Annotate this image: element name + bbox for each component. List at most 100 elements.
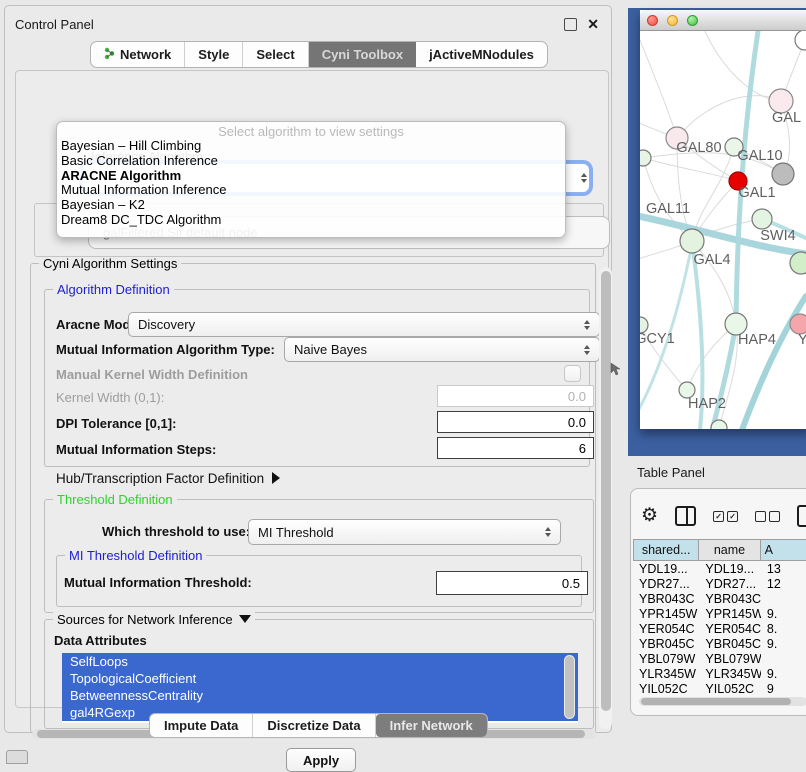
table-cell: YIL052C bbox=[699, 681, 761, 695]
table-row[interactable]: YER054CYER054C8. bbox=[633, 621, 806, 636]
kernel-width-label: Kernel Width (0,1): bbox=[56, 390, 164, 405]
attribute-item[interactable]: BetweennessCentrality bbox=[62, 687, 578, 704]
table-row[interactable]: YBR043CYBR043C bbox=[633, 591, 806, 606]
tab-label: jActiveMNodules bbox=[429, 47, 534, 62]
table-cell: YDL19... bbox=[633, 561, 699, 576]
table-row[interactable]: YBR045CYBR045C9. bbox=[633, 636, 806, 651]
bottom-tab-infer-network[interactable]: Infer Network bbox=[376, 714, 487, 737]
gear-icon[interactable]: ⚙ bbox=[641, 506, 658, 526]
network-canvas[interactable]: GALGAL80GAL10GAL1GAL11SWI4GAL4GCY1HAP4YH… bbox=[640, 31, 806, 429]
float-icon[interactable] bbox=[564, 18, 577, 31]
mi-type-combo[interactable]: Naive Bayes bbox=[284, 337, 600, 362]
table-header-row: shared...nameA bbox=[633, 539, 806, 561]
table-row[interactable]: YDL19...YDL19...13 bbox=[633, 561, 806, 576]
deselect-all-icon[interactable] bbox=[755, 511, 780, 522]
table-cell: YBL079W bbox=[633, 651, 699, 666]
control-panel-tabbar: Network Style Select Cyni Toolbox jActiveMNo… bbox=[90, 41, 548, 68]
mi-steps-field[interactable]: 6 bbox=[437, 437, 594, 459]
document-icon[interactable] bbox=[797, 505, 806, 527]
column-header[interactable]: shared... bbox=[633, 539, 699, 561]
bottom-tabbar: Impute DataDiscretize DataInfer Network bbox=[149, 713, 488, 738]
network-node[interactable] bbox=[640, 150, 651, 166]
panel-title: Control Panel bbox=[15, 17, 94, 32]
collapsed-arrow-icon bbox=[272, 472, 280, 484]
table-cell: 8. bbox=[761, 621, 806, 636]
table-row[interactable]: YPR145WYPR145W9. bbox=[633, 606, 806, 621]
table-cell: YBR045C bbox=[699, 636, 761, 651]
network-edge bbox=[677, 96, 781, 138]
algorithm-option[interactable]: Mutual Information Inference bbox=[57, 183, 565, 198]
hub-definition-toggle[interactable]: Hub/Transcription Factor Definition bbox=[56, 471, 280, 486]
aracne-mode-combo[interactable]: Discovery bbox=[128, 312, 600, 337]
table-cell: 9. bbox=[761, 636, 806, 651]
algorithm-option[interactable]: Dream8 DC_TDC Algorithm bbox=[57, 213, 565, 228]
tab-label: Style bbox=[198, 47, 229, 62]
table-panel-title: Table Panel bbox=[637, 465, 705, 480]
network-node[interactable] bbox=[772, 163, 794, 185]
table-row[interactable]: YDR27...YDR27...12 bbox=[633, 576, 806, 591]
table-cell: 12 bbox=[761, 576, 806, 591]
network-node[interactable] bbox=[790, 252, 806, 274]
minimize-button[interactable] bbox=[667, 15, 678, 26]
kernel-width-field[interactable]: 0.0 bbox=[437, 385, 594, 407]
algorithm-dropdown-popup: Select algorithm to view settings Bayesi… bbox=[56, 121, 566, 238]
tab-network[interactable]: Network bbox=[91, 42, 185, 67]
node-label: GAL80 bbox=[676, 140, 721, 156]
table-cell: YBR043C bbox=[699, 591, 761, 606]
table-cell bbox=[761, 651, 806, 666]
select-all-icon[interactable]: ✓✓ bbox=[713, 511, 738, 522]
mi-threshold-field[interactable]: 0.5 bbox=[436, 571, 588, 595]
algorithm-option[interactable]: Basic Correlation Inference bbox=[57, 154, 565, 169]
attribute-item[interactable]: SelfLoops bbox=[62, 653, 578, 670]
dpi-tolerance-label: DPI Tolerance [0,1]: bbox=[56, 416, 176, 431]
table-row[interactable]: YBL079WYBL079W bbox=[633, 651, 806, 666]
dpi-tolerance-field[interactable]: 0.0 bbox=[437, 411, 594, 433]
tab-select[interactable]: Select bbox=[243, 42, 308, 67]
control-panel: Control Panel ✕ Network Style Select Cyni T… bbox=[4, 5, 612, 733]
network-node[interactable] bbox=[790, 314, 806, 334]
which-threshold-label: Which threshold to use: bbox=[102, 524, 250, 539]
tab-style[interactable]: Style bbox=[185, 42, 243, 67]
attribute-item[interactable]: TopologicalCoefficient bbox=[62, 670, 578, 687]
network-window[interactable]: GALGAL80GAL10GAL1GAL11SWI4GAL4GCY1HAP4YH… bbox=[640, 10, 806, 429]
table-cell: YLR345W bbox=[699, 666, 761, 681]
tab-cyni-toolbox[interactable]: Cyni Toolbox bbox=[309, 42, 416, 67]
tab-label: Cyni Toolbox bbox=[322, 47, 403, 62]
table-cell: YIL052C bbox=[633, 681, 699, 695]
table-horizontal-scrollbar[interactable] bbox=[639, 697, 806, 706]
close-button[interactable] bbox=[647, 15, 658, 26]
settings-vertical-scrollbar[interactable] bbox=[599, 267, 612, 729]
zoom-button[interactable] bbox=[687, 15, 698, 26]
node-label: HAP2 bbox=[688, 396, 726, 412]
mi-threshold-label: Mutual Information Threshold: bbox=[64, 575, 252, 590]
network-node[interactable] bbox=[680, 229, 704, 253]
node-label: HAP4 bbox=[738, 332, 776, 348]
table-toolbar: ⚙ ✓✓ bbox=[641, 503, 806, 529]
settings-group-title: Cyni Algorithm Settings bbox=[39, 256, 181, 271]
sources-title[interactable]: Sources for Network Inference bbox=[53, 612, 255, 627]
close-icon[interactable]: ✕ bbox=[587, 19, 599, 30]
table-row[interactable]: YLR345WYLR345W9. bbox=[633, 666, 806, 681]
which-threshold-combo[interactable]: MI Threshold bbox=[248, 519, 561, 545]
table-cell: YLR345W bbox=[633, 666, 699, 681]
algorithm-option[interactable]: Bayesian – K2 bbox=[57, 198, 565, 213]
node-table[interactable]: shared...nameAYDL19...YDL19...13YDR27...… bbox=[633, 539, 806, 695]
bottom-tab-impute-data[interactable]: Impute Data bbox=[150, 714, 253, 737]
apply-button[interactable]: Apply bbox=[286, 748, 356, 772]
network-node[interactable] bbox=[795, 31, 806, 50]
table-cell: YPR145W bbox=[633, 606, 699, 621]
attributes-scrollbar[interactable] bbox=[564, 655, 575, 719]
table-cell bbox=[761, 591, 806, 606]
bottom-tab-discretize-data[interactable]: Discretize Data bbox=[253, 714, 375, 737]
column-header[interactable]: A bbox=[761, 539, 806, 561]
algorithm-option[interactable]: Bayesian – Hill Climbing bbox=[57, 139, 565, 154]
algorithm-option[interactable]: ARACNE Algorithm bbox=[57, 169, 565, 184]
column-header[interactable]: name bbox=[699, 539, 760, 561]
table-row[interactable]: YIL052CYIL052C9 bbox=[633, 681, 806, 695]
table-cell: YER054C bbox=[633, 621, 699, 636]
network-node[interactable] bbox=[752, 209, 772, 229]
manual-kernel-checkbox[interactable] bbox=[564, 365, 581, 382]
split-view-icon[interactable] bbox=[675, 506, 696, 526]
network-window-titlebar[interactable] bbox=[640, 10, 806, 31]
tab-jactivemnodules[interactable]: jActiveMNodules bbox=[416, 42, 547, 67]
